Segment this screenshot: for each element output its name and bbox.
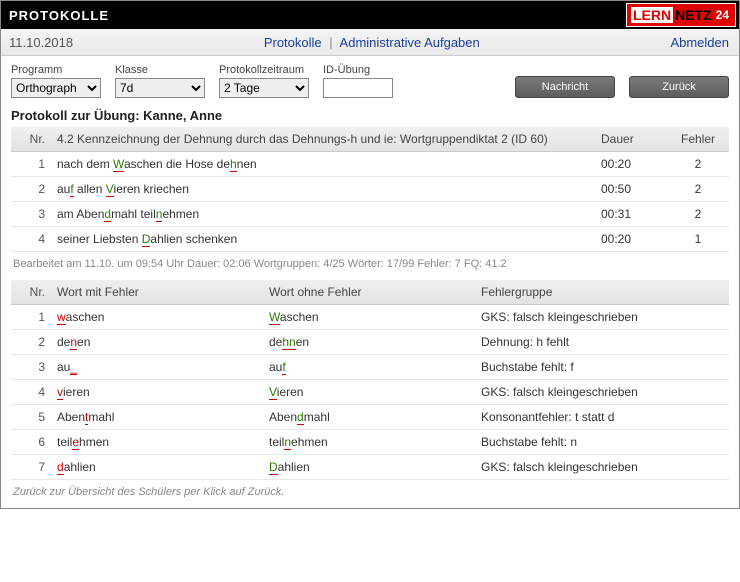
exercise-meta: Bearbeitet am 11.10. um 09:54 Uhr Dauer:… xyxy=(13,258,727,270)
current-date: 11.10.2018 xyxy=(1,35,73,50)
program-label: Programm xyxy=(11,64,101,76)
exercise-table: Nr. 4.2 Kennzeichnung der Dehnung durch … xyxy=(11,127,729,252)
col-task: 4.2 Kennzeichnung der Dehnung durch das … xyxy=(51,127,595,152)
table-row: 5AbentmahlAbendmahlKonsonantfehler: t st… xyxy=(11,405,729,430)
table-row: 2denendehnenDehnung: h fehlt xyxy=(11,330,729,355)
id-input[interactable] xyxy=(323,78,393,98)
logout-link[interactable]: Abmelden xyxy=(670,35,729,50)
section-title: Protokoll zur Übung: Kanne, Anne xyxy=(11,108,729,123)
period-select[interactable]: 2 Tage xyxy=(219,78,309,98)
footnote: Zurück zur Übersicht des Schülers per Kl… xyxy=(13,486,727,498)
period-label: Protokollzeitraum xyxy=(219,64,309,76)
table-row: 7dahlienDahlienGKS: falsch kleingeschrie… xyxy=(11,455,729,480)
message-button[interactable]: Nachricht xyxy=(515,76,615,98)
page-title: PROTOKOLLE xyxy=(1,8,109,23)
id-label: ID-Übung xyxy=(323,64,393,76)
table-row: 4seiner Liebsten Dahlien schenken00:201 xyxy=(11,227,729,252)
back-button[interactable]: Zurück xyxy=(629,76,729,98)
errors-table: Nr. Wort mit Fehler Wort ohne Fehler Feh… xyxy=(11,280,729,480)
table-row: 1nach dem Waschen die Hose dehnen00:202 xyxy=(11,152,729,177)
class-select[interactable]: 7d xyxy=(115,78,205,98)
nav-protokolle-link[interactable]: Protokolle xyxy=(264,35,322,50)
table-row: 3au_aufBuchstabe fehlt: f xyxy=(11,355,729,380)
logo: LERN NETZ 24 xyxy=(626,3,736,27)
nav-admin-link[interactable]: Administrative Aufgaben xyxy=(340,35,480,50)
col-errors: Fehler xyxy=(667,127,729,152)
class-label: Klasse xyxy=(115,64,205,76)
table-row: 4vierenVierenGKS: falsch kleingeschriebe… xyxy=(11,380,729,405)
table-row: 6teilehmenteilnehmenBuchstabe fehlt: n xyxy=(11,430,729,455)
table-row: 1waschenWaschenGKS: falsch kleingeschrie… xyxy=(11,305,729,330)
col-nr: Nr. xyxy=(11,127,51,152)
program-select[interactable]: Orthograph xyxy=(11,78,101,98)
table-row: 3am Abendmahl teilnehmen00:312 xyxy=(11,202,729,227)
table-row: 2auf allen Vieren kriechen00:502 xyxy=(11,177,729,202)
col-duration: Dauer xyxy=(595,127,667,152)
